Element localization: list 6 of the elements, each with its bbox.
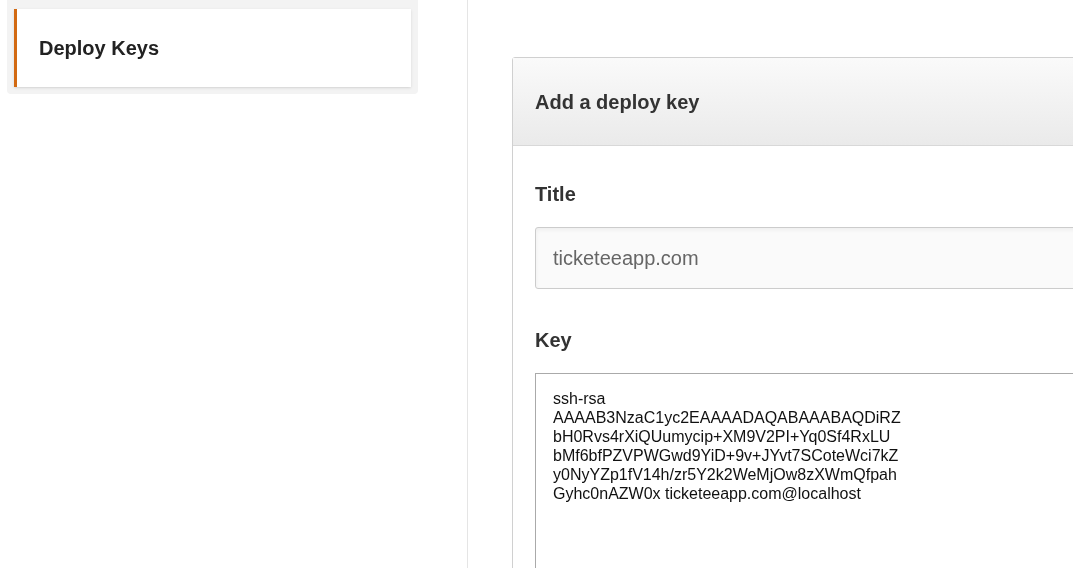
sidebar-item[interactable]: Deploy Keys: [14, 9, 411, 87]
title-input-field[interactable]: ticketeeapp.com: [535, 227, 1073, 289]
panel-title: Add a deploy key: [535, 89, 700, 115]
field-label: Key: [535, 328, 573, 353]
field-label: Title: [535, 182, 577, 207]
key-textarea-field[interactable]: ssh-rsa AAAAB3NzaC1yc2EAAAADAQABAAABAQDiRZ bH0Rvs4rXiQUumycip+XM9V2PI+Yq0Sf4RxLU bMf6bfPZVPWGwd9YiD+9v+JYvt7SCoteWci7kZ y0NyYZp1fV14h/zr5Y2k2WeMjOw8zXWmQfpah Gyhc0nAZW0x ticketeeapp.com@localhost: [535, 373, 1073, 568]
